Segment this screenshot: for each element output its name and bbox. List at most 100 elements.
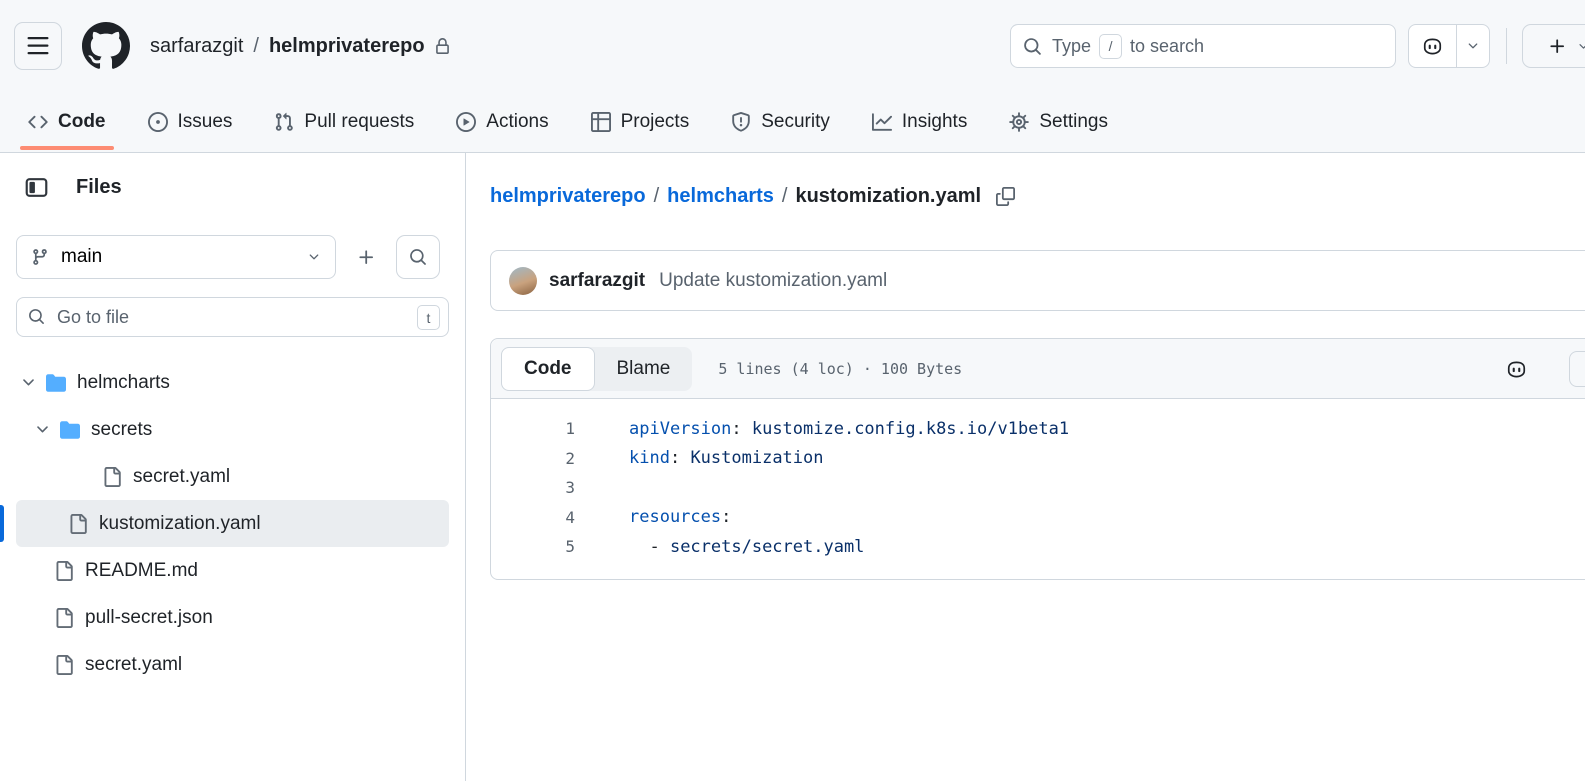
breadcrumb: sarfarazgit / helmprivaterepo	[150, 0, 451, 92]
global-search-input[interactable]: Type / to search	[1010, 24, 1396, 68]
file-icon	[54, 561, 74, 581]
chevron-down-icon	[1577, 40, 1585, 53]
file-icon	[54, 608, 74, 628]
tree-item-secrets[interactable]: secrets	[16, 406, 449, 453]
tab-projects[interactable]: Projects	[577, 92, 704, 152]
tab-insights[interactable]: Insights	[858, 92, 981, 152]
commit-message[interactable]: Update kustomization.yaml	[659, 270, 887, 292]
breadcrumb-separator: /	[243, 35, 269, 58]
tab-label: Issues	[178, 111, 233, 133]
tree-item-kustomization-yaml[interactable]: kustomization.yaml	[16, 500, 449, 547]
tree-item-secret-yaml[interactable]: secret.yaml	[16, 453, 449, 500]
search-icon	[409, 248, 427, 266]
tree-item-pull-secret-json[interactable]: pull-secret.json	[16, 594, 449, 641]
commit-author[interactable]: sarfarazgit	[549, 270, 645, 292]
code-token: :	[670, 448, 690, 468]
file-meta-info: 5 lines (4 loc) · 100 Bytes	[718, 360, 962, 378]
tab-label: Actions	[486, 111, 548, 133]
code-token: :	[721, 507, 731, 527]
tab-actions[interactable]: Actions	[442, 92, 562, 152]
code-token: secrets/secret.yaml	[670, 537, 864, 557]
collapse-sidebar-button[interactable]	[16, 167, 56, 207]
tab-label: Insights	[902, 111, 967, 133]
line-number[interactable]: 2	[491, 449, 575, 468]
file-tree: helmcharts secrets secret.yaml kustomiza…	[16, 359, 449, 688]
code-line: 5 - secrets/secret.yaml	[491, 532, 1585, 562]
go-to-file-input[interactable]	[16, 297, 449, 337]
code-token: :	[731, 419, 751, 439]
file-icon	[54, 655, 74, 675]
code-token: Kustomization	[690, 448, 823, 468]
file-icon	[102, 467, 122, 487]
tree-controls: main	[16, 235, 449, 279]
selected-accent-bar	[0, 505, 4, 542]
code-line: 1 apiVersion: kustomize.config.k8s.io/v1…	[491, 414, 1585, 444]
tab-issues[interactable]: Issues	[134, 92, 247, 152]
github-logo[interactable]	[82, 22, 130, 70]
branch-name: main	[61, 246, 295, 268]
tab-security[interactable]: Security	[717, 92, 844, 152]
copy-path-icon[interactable]	[996, 187, 1015, 206]
side-panel-icon	[25, 176, 48, 199]
line-number[interactable]: 5	[491, 537, 575, 556]
tree-item-label: secret.yaml	[133, 466, 230, 488]
code-text: kind: Kustomization	[629, 448, 824, 468]
code-view-button[interactable]: Code	[501, 347, 595, 391]
chevron-down-icon	[307, 250, 321, 264]
tab-pull-requests[interactable]: Pull requests	[260, 92, 428, 152]
chevron-down-icon	[1466, 39, 1480, 53]
hamburger-menu-button[interactable]	[14, 22, 62, 70]
copilot-dropdown-button[interactable]	[1457, 25, 1489, 67]
breadcrumb-repo[interactable]: helmprivaterepo	[269, 35, 425, 58]
code-icon	[28, 112, 48, 132]
add-file-button[interactable]	[344, 235, 388, 279]
copilot-file-button[interactable]	[1497, 351, 1535, 387]
files-title: Files	[76, 176, 122, 199]
shortcut-key-badge: t	[417, 305, 440, 330]
breadcrumb-folder-link[interactable]: helmcharts	[667, 185, 774, 208]
file-view-header: Code Blame 5 lines (4 loc) · 100 Bytes R…	[491, 339, 1585, 399]
tab-label: Projects	[621, 111, 690, 133]
line-number[interactable]: 1	[491, 419, 575, 438]
folder-icon	[60, 420, 80, 440]
slash-key-badge: /	[1099, 34, 1122, 59]
create-new-button[interactable]	[1522, 24, 1585, 68]
branch-selector[interactable]: main	[16, 235, 336, 279]
code-text: - secrets/secret.yaml	[629, 537, 864, 557]
copilot-icon	[1506, 359, 1527, 380]
code-text: apiVersion: kustomize.config.k8s.io/v1be…	[629, 419, 1069, 439]
raw-button[interactable]: Raw	[1569, 351, 1585, 387]
copilot-button[interactable]	[1409, 25, 1457, 67]
lock-icon	[434, 38, 451, 55]
go-to-file: t	[16, 297, 449, 337]
tab-code[interactable]: Code	[14, 92, 120, 152]
code-token: kind	[629, 448, 670, 468]
avatar[interactable]	[509, 267, 537, 295]
code-blame-switcher: Code Blame	[501, 347, 692, 391]
tree-item-label: pull-secret.json	[85, 607, 213, 629]
tree-item-secret-yaml-root[interactable]: secret.yaml	[16, 641, 449, 688]
breadcrumb-repo-link[interactable]: helmprivaterepo	[490, 185, 646, 208]
line-number[interactable]: 4	[491, 508, 575, 527]
code-line: 2 kind: Kustomization	[491, 444, 1585, 474]
latest-commit-bar: sarfarazgit Update kustomization.yaml b8…	[490, 250, 1585, 311]
file-breadcrumb: helmprivaterepo / helmcharts / kustomiza…	[490, 185, 1015, 208]
copilot-icon	[1422, 36, 1443, 57]
line-number[interactable]: 3	[491, 478, 575, 497]
tab-settings[interactable]: Settings	[995, 92, 1122, 152]
play-icon	[456, 112, 476, 132]
search-tree-button[interactable]	[396, 235, 440, 279]
code-line: 3	[491, 473, 1585, 503]
breadcrumb-current-file: kustomization.yaml	[795, 185, 981, 208]
code-text: resources:	[629, 507, 731, 527]
tab-label: Settings	[1039, 111, 1108, 133]
tree-item-readme-md[interactable]: README.md	[16, 547, 449, 594]
blame-view-button[interactable]: Blame	[595, 347, 693, 391]
breadcrumb-separator: /	[774, 185, 796, 208]
file-tree-sidebar: Files main t helmcharts secrets	[0, 153, 466, 781]
copilot-button-group	[1408, 24, 1490, 68]
plus-icon	[1548, 37, 1567, 56]
breadcrumb-owner[interactable]: sarfarazgit	[150, 35, 243, 58]
header-divider	[1506, 28, 1507, 64]
tree-item-helmcharts[interactable]: helmcharts	[16, 359, 449, 406]
